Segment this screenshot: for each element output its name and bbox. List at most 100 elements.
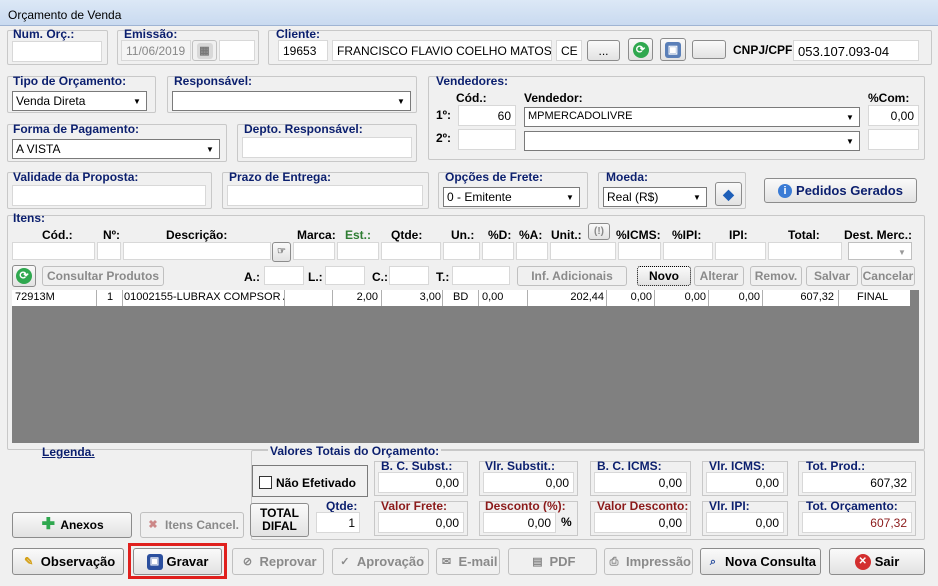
uf-field[interactable]: CE (556, 40, 582, 61)
email-button[interactable]: ✉ E-mail (436, 548, 500, 575)
calendar-button[interactable]: ▦ (192, 40, 217, 61)
cell-qtde: 3,00 (419, 291, 441, 303)
second-label: 2º: (436, 131, 452, 145)
validade-field[interactable] (12, 185, 206, 206)
nao-efetivado-label: Não Efetivado (276, 476, 357, 490)
hand-icon: ☞ (277, 246, 286, 257)
item-header-cod: Cód.: (42, 228, 73, 242)
sair-button[interactable]: ✕ Sair (829, 548, 925, 575)
qtde-label: Qtde: (326, 499, 358, 513)
reject-icon: ⊘ (242, 555, 253, 568)
item-marca-input[interactable] (293, 242, 335, 260)
validade-label: Validade da Proposta: (13, 170, 139, 184)
nova-consulta-button[interactable]: ⌕ Nova Consulta (700, 548, 821, 575)
vend2-select[interactable]: ▼ (524, 131, 860, 151)
forma-pag-value: A VISTA (16, 142, 61, 156)
search-client-button[interactable]: ... (587, 40, 620, 61)
cell-desc: 01002155-LUBRAX COMPSOR A (124, 291, 284, 303)
chevron-down-icon: ▼ (206, 144, 214, 154)
prazo-label: Prazo de Entrega: (229, 170, 332, 184)
num-orc-field[interactable] (12, 41, 102, 62)
desc-search-button[interactable]: ☞ (272, 242, 291, 262)
anexos-button[interactable]: ✚ Anexos (12, 512, 132, 538)
blank-button[interactable] (692, 40, 726, 59)
valor-frete-field[interactable]: 0,00 (378, 512, 464, 533)
cliente-cod-field[interactable]: 19653 (278, 40, 328, 61)
emissao-field[interactable]: 11/06/2019 (121, 40, 191, 61)
item-un-input[interactable] (443, 242, 480, 260)
salvar-button[interactable]: Salvar (806, 266, 858, 286)
cnpj-field[interactable]: 053.107.093-04 (793, 40, 919, 61)
refresh-client-button[interactable]: ⟳ (628, 38, 653, 61)
forma-pag-select[interactable]: A VISTA ▼ (12, 139, 220, 159)
vend2-cod-field[interactable] (458, 129, 516, 150)
legenda-link[interactable]: Legenda. (42, 445, 95, 459)
c-input[interactable] (389, 266, 429, 285)
client-card-button[interactable]: ▣ (660, 38, 686, 61)
item-desc-input[interactable] (123, 242, 271, 260)
item-header-n: Nº: (103, 228, 121, 242)
nao-efetivado-checkbox[interactable] (259, 476, 272, 489)
item-d-input[interactable] (482, 242, 514, 260)
vend1-select[interactable]: MPMERCADOLIVRE ▼ (524, 107, 860, 127)
cell-un: BD (453, 291, 469, 303)
chevron-down-icon: ▼ (566, 192, 574, 202)
t-input[interactable] (452, 266, 510, 285)
moeda-button[interactable]: ◆ (715, 182, 742, 206)
chevron-down-icon: ▼ (133, 96, 141, 106)
item-dest-select[interactable]: ▼ (848, 242, 912, 260)
pct-label: % (561, 515, 572, 529)
prazo-field[interactable] (227, 185, 423, 206)
reprovar-button[interactable]: ⊘ Reprovar (232, 548, 324, 575)
observacao-button[interactable]: ✎ Observação (12, 548, 124, 575)
desconto-p-field[interactable]: 0,00 (483, 512, 556, 533)
pedidos-gerados-button[interactable]: i Pedidos Gerados (764, 178, 917, 203)
responsavel-select[interactable]: ▼ (172, 91, 411, 111)
item-est-input[interactable] (337, 242, 379, 260)
frete-select[interactable]: 0 - Emitente ▼ (443, 187, 580, 207)
bc-icms-field: 0,00 (594, 472, 687, 493)
item-qtde-input[interactable] (381, 242, 441, 260)
cliente-nome-field[interactable]: FRANCISCO FLAVIO COELHO MATOS (332, 40, 552, 61)
item-unit-input[interactable] (550, 242, 616, 260)
tot-prod-field: 607,32 (802, 472, 912, 493)
item-n-input[interactable] (97, 242, 121, 260)
total-difal-button[interactable]: TOTAL DIFAL (250, 503, 309, 537)
tipo-orc-select[interactable]: Venda Direta ▼ (12, 91, 147, 111)
consultar-produtos-button[interactable]: Consultar Produtos (42, 266, 164, 286)
impressao-button[interactable]: ⎙ Impressão (604, 548, 693, 575)
emissao-extra (219, 40, 255, 61)
valor-desc-field[interactable]: 0,00 (594, 512, 687, 533)
pdf-button[interactable]: ▤ PDF (508, 548, 597, 575)
vend1-com-field[interactable]: 0,00 (868, 105, 919, 126)
moeda-select[interactable]: Real (R$) ▼ (603, 187, 707, 207)
valores-label: Valores Totais do Orçamento: (268, 444, 442, 458)
table-row[interactable]: 72913M 1 01002155-LUBRAX COMPSOR A 2,00 … (12, 290, 910, 306)
alert-button[interactable]: (!) (588, 223, 610, 240)
inf-adicionais-button[interactable]: Inf. Adicionais (517, 266, 627, 286)
pdf-icon: ▤ (532, 555, 543, 568)
alterar-button[interactable]: Alterar (694, 266, 744, 286)
l-input[interactable] (325, 266, 365, 285)
item-cod-input[interactable] (12, 242, 95, 260)
valor-desc-label: Valor Desconto: (597, 499, 689, 513)
item-ipi-pct-input[interactable] (663, 242, 713, 260)
item-ipi-input[interactable] (715, 242, 766, 260)
item-total-input[interactable] (768, 242, 842, 260)
add-item-button[interactable]: ⟳ (12, 265, 36, 287)
aprovacao-button[interactable]: ✓ Aprovação (332, 548, 429, 575)
item-header-descricao: Descrição: (166, 228, 228, 242)
item-a-input[interactable] (516, 242, 548, 260)
novo-button[interactable]: Novo (637, 266, 691, 286)
items-grid[interactable]: 72913M 1 01002155-LUBRAX COMPSOR A 2,00 … (12, 290, 919, 443)
vend2-com-field[interactable] (868, 129, 919, 150)
vend1-cod-field[interactable]: 60 (458, 105, 516, 126)
itens-label: Itens: (13, 211, 46, 225)
depto-field[interactable] (242, 137, 412, 158)
vlr-ipi-field: 0,00 (706, 512, 784, 533)
remover-button[interactable]: Remov. (750, 266, 802, 286)
cancelar-button[interactable]: Cancelar (861, 266, 915, 286)
item-icms-input[interactable] (618, 242, 661, 260)
a-input[interactable] (264, 266, 304, 285)
itens-cancel-button[interactable]: ✖ Itens Cancel. (140, 512, 244, 538)
